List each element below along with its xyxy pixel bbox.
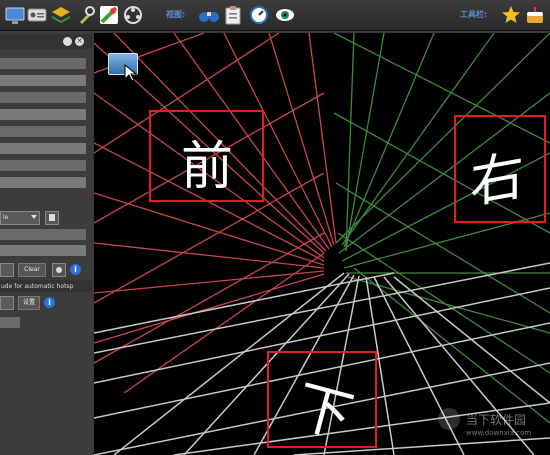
tools-label: 工具栏: <box>460 10 488 19</box>
clear-button[interactable]: Clear <box>18 263 46 277</box>
cake-tool-icon[interactable] <box>524 4 546 26</box>
field-row[interactable] <box>0 75 86 86</box>
stepper[interactable] <box>0 296 14 310</box>
field-row[interactable] <box>0 160 86 171</box>
monitor-icon[interactable] <box>4 4 26 26</box>
view-label: 视图: <box>166 10 186 19</box>
properties-panel: ✕ le Clear i ude for automatic hotsp 设置 … <box>0 31 92 455</box>
info-icon[interactable]: i <box>44 297 55 308</box>
mode-dropdown[interactable]: le <box>0 211 40 225</box>
field-row[interactable] <box>0 58 86 69</box>
file-icon[interactable] <box>45 211 59 225</box>
stepper[interactable] <box>0 263 14 277</box>
layers-icon[interactable] <box>50 4 72 26</box>
film-reel-icon[interactable] <box>122 4 144 26</box>
main-toolbar: 视图: 工具栏: <box>0 0 550 31</box>
field-row[interactable] <box>0 92 86 103</box>
eye-icon[interactable] <box>274 4 296 26</box>
map-icon[interactable] <box>98 4 120 26</box>
field-row[interactable] <box>0 126 86 137</box>
front-face-label: 前 <box>181 137 234 197</box>
hint-row: ude for automatic hotsp <box>0 280 92 292</box>
binoculars-icon[interactable] <box>198 4 220 26</box>
clipboard-icon[interactable] <box>222 4 244 26</box>
info-icon[interactable]: i <box>70 264 81 275</box>
cursor-icon <box>124 64 138 82</box>
right-face-label: 右 <box>470 143 524 216</box>
right-face-marker[interactable]: 右 <box>454 115 546 223</box>
watermark-name: 当下软件园 <box>466 413 527 427</box>
gauge-icon[interactable] <box>248 4 270 26</box>
field-row[interactable] <box>0 245 86 256</box>
bottom-face-marker[interactable]: 下 <box>267 351 377 451</box>
wrench-icon[interactable] <box>74 4 96 26</box>
id-card-icon[interactable] <box>26 4 48 26</box>
settings-button[interactable]: 设置 <box>18 296 40 310</box>
chevron-down-icon <box>31 215 37 219</box>
close-icon[interactable]: ✕ <box>75 37 84 46</box>
field-row[interactable] <box>0 109 86 120</box>
star-tool-icon[interactable] <box>500 4 522 26</box>
hint-text: ude for automatic hotsp <box>1 283 74 290</box>
panorama-viewport[interactable]: 前 右 下 当下软件园 www.downxia.com <box>94 33 550 455</box>
pin-icon[interactable] <box>63 37 72 46</box>
field-row[interactable] <box>0 229 86 240</box>
hotspot-icon[interactable] <box>52 263 66 277</box>
watermark-url: www.downxia.com <box>466 429 532 437</box>
field-row[interactable] <box>0 317 20 328</box>
front-face-marker[interactable]: 前 <box>149 110 264 202</box>
field-row[interactable] <box>0 143 86 154</box>
watermark-logo <box>438 408 460 430</box>
field-row[interactable] <box>0 177 86 188</box>
bottom-face-label: 下 <box>288 373 360 451</box>
